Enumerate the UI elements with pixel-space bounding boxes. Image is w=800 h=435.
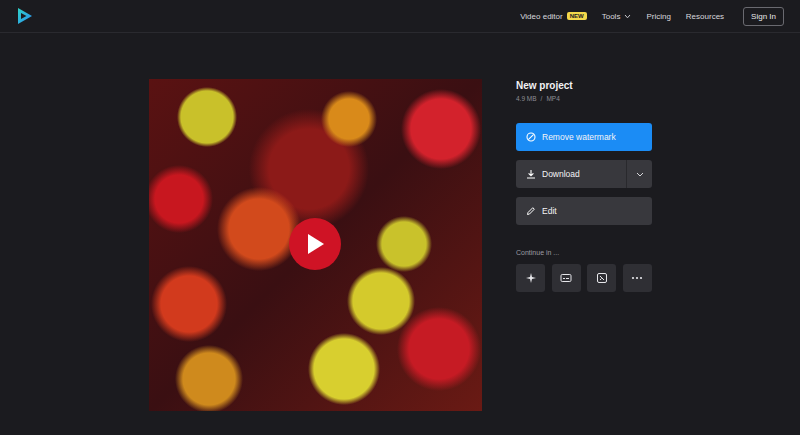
- file-size: 4.9 MB: [516, 95, 537, 102]
- new-badge: NEW: [567, 12, 587, 20]
- project-panel: New project 4.9 MB /MP4 Remove watermark Dow…: [516, 79, 652, 411]
- no-watermark-icon: [526, 132, 536, 142]
- continue-tool[interactable]: [623, 264, 652, 292]
- nav-label[interactable]: Video editor: [520, 12, 563, 21]
- action-label[interactable]: Download: [542, 169, 580, 179]
- action-main[interactable]: Download: [516, 169, 626, 179]
- chevron-down-icon: [624, 14, 631, 19]
- continue-tool[interactable]: [587, 264, 616, 292]
- continue-tool[interactable]: [516, 264, 545, 292]
- sparkle-icon: [525, 272, 537, 284]
- logo-icon: [17, 7, 33, 25]
- nav: Video editor NEW Tools Pricing Resources Sign…: [520, 7, 784, 26]
- main: New project 4.9 MB /MP4 Remove watermark Dow…: [0, 33, 800, 411]
- action-label[interactable]: Remove watermark: [542, 132, 616, 142]
- file-format: MP4: [546, 95, 559, 102]
- action-main[interactable]: Edit: [516, 206, 652, 216]
- sign-in-button[interactable]: Sign In: [743, 7, 784, 26]
- more-icon: [631, 272, 643, 284]
- action-button[interactable]: Remove watermark: [516, 123, 652, 151]
- project-title: New project: [516, 80, 652, 91]
- project-meta: 4.9 MB /MP4: [516, 95, 652, 102]
- subtitles-icon: [560, 272, 572, 284]
- header: Video editor NEW Tools Pricing Resources Sign…: [0, 0, 800, 33]
- download-icon: [526, 169, 536, 179]
- action-label[interactable]: Edit: [542, 206, 557, 216]
- action-main[interactable]: Remove watermark: [516, 132, 652, 142]
- nav-item[interactable]: Video editor NEW: [520, 12, 587, 21]
- play-icon: [305, 233, 325, 255]
- video-preview[interactable]: [149, 79, 482, 411]
- play-button[interactable]: [289, 218, 341, 270]
- nav-item[interactable]: Tools: [602, 12, 632, 21]
- download-options[interactable]: [626, 160, 652, 188]
- continue-tools: [516, 264, 652, 292]
- logo[interactable]: [17, 7, 33, 25]
- crop-icon: [596, 272, 608, 284]
- action-button[interactable]: Download: [516, 160, 652, 188]
- separator: /: [541, 95, 543, 102]
- chevron-down-icon: [636, 172, 644, 177]
- actions: Remove watermark Download Edit: [516, 123, 652, 225]
- pencil-icon: [526, 206, 536, 216]
- nav-item[interactable]: Resources: [686, 12, 724, 21]
- nav-label[interactable]: Pricing: [646, 12, 670, 21]
- continue-label: Continue in ...: [516, 249, 652, 256]
- continue-tool[interactable]: [552, 264, 581, 292]
- nav-item[interactable]: Pricing: [646, 12, 670, 21]
- nav-label[interactable]: Tools: [602, 12, 621, 21]
- nav-label[interactable]: Resources: [686, 12, 724, 21]
- action-button[interactable]: Edit: [516, 197, 652, 225]
